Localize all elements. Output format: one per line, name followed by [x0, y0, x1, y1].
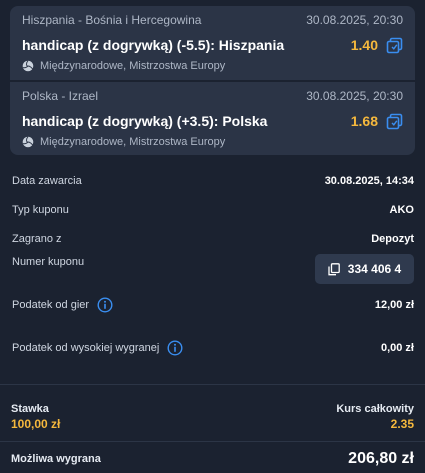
tax-label: Podatek od gier — [12, 299, 90, 311]
detail-tax-high-row: Podatek od wysokiej wygranej 0,00 zł — [12, 340, 414, 356]
volleyball-icon — [22, 136, 34, 148]
bet-odds: 1.40 — [350, 37, 378, 53]
tax-high-value: 0,00 zł — [380, 342, 414, 354]
divider — [0, 441, 425, 442]
bet-odds: 1.68 — [350, 113, 378, 129]
bet-item[interactable]: Polska - Izrael 30.08.2025, 20:30 handic… — [10, 80, 415, 155]
info-icon[interactable] — [97, 297, 113, 313]
coupon-number: 334 406 4 — [347, 262, 402, 276]
detail-type-row: Typ kuponu AKO — [12, 204, 414, 216]
copy-odds-icon[interactable] — [386, 113, 403, 130]
bet-competition: Międzynarodowe, Mistrzostwa Europy — [40, 136, 226, 148]
type-value: AKO — [389, 204, 414, 216]
stake-value: 100,00 zł — [11, 417, 61, 431]
divider — [0, 384, 425, 385]
tax-high-label: Podatek od wysokiej wygranej — [12, 342, 160, 354]
bet-datetime: 30.08.2025, 20:30 — [306, 89, 403, 103]
copy-icon — [328, 262, 340, 275]
date-value: 30.08.2025, 14:34 — [324, 175, 414, 187]
copy-odds-icon[interactable] — [386, 37, 403, 54]
bet-selection: handicap (z dogrywką) (-5.5): Hiszpania — [22, 37, 285, 53]
detail-date-row: Data zawarcia 30.08.2025, 14:34 — [12, 175, 414, 187]
tax-value: 12,00 zł — [374, 299, 414, 311]
bet-datetime: 30.08.2025, 20:30 — [306, 13, 403, 27]
coupon-number-button[interactable]: 334 406 4 — [315, 254, 414, 284]
number-label: Numer kuponu — [12, 256, 85, 268]
played-value: Depozyt — [371, 233, 414, 245]
played-label: Zagrano z — [12, 233, 62, 245]
bet-match: Hiszpania - Bośnia i Hercegowina — [22, 13, 202, 27]
possible-win-label: Możliwa wygrana — [11, 453, 101, 465]
total-odds-value: 2.35 — [390, 417, 414, 431]
total-odds-label: Kurs całkowity — [336, 403, 414, 415]
date-label: Data zawarcia — [12, 175, 82, 187]
bet-match: Polska - Izrael — [22, 89, 99, 103]
stake-label: Stawka — [11, 403, 49, 415]
detail-tax-row: Podatek od gier 12,00 zł — [12, 297, 414, 313]
bet-selection: handicap (z dogrywką) (+3.5): Polska — [22, 113, 268, 129]
info-icon[interactable] — [167, 340, 183, 356]
bet-competition: Międzynarodowe, Mistrzostwa Europy — [40, 60, 226, 72]
detail-number-row: Numer kuponu 334 406 4 — [12, 254, 414, 284]
volleyball-icon — [22, 60, 34, 72]
bet-item[interactable]: Hiszpania - Bośnia i Hercegowina 30.08.2… — [10, 6, 415, 80]
type-label: Typ kuponu — [12, 204, 69, 216]
bet-list: Hiszpania - Bośnia i Hercegowina 30.08.2… — [10, 6, 415, 155]
possible-win-value: 206,80 zł — [348, 450, 414, 467]
detail-played-row: Zagrano z Depozyt — [12, 233, 414, 245]
